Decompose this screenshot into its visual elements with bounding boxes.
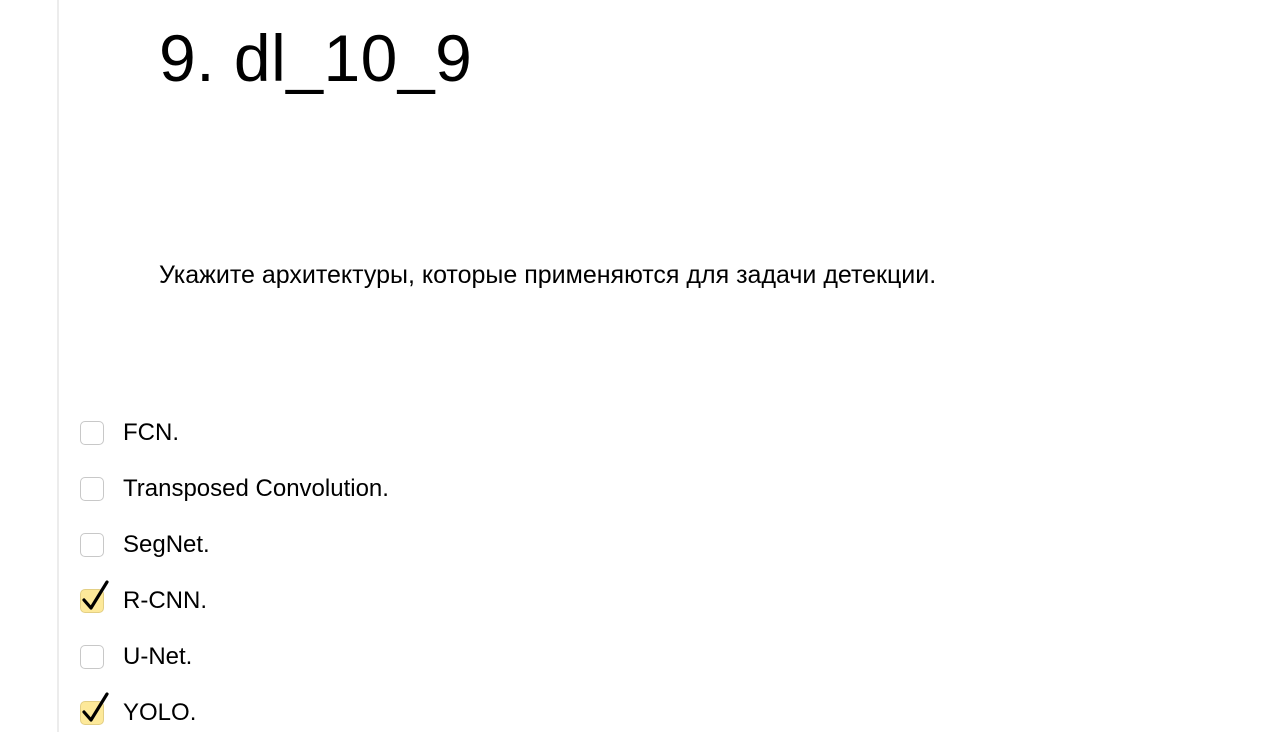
- page: 9. dl_10_9 Укажите архитектуры, которые …: [0, 0, 1280, 732]
- option-u-net[interactable]: U-Net.: [80, 641, 389, 697]
- option-label: FCN.: [123, 419, 179, 446]
- option-label: U-Net.: [123, 643, 193, 670]
- answer-options: FCN. Transposed Convolution. SegNet. R-C…: [80, 417, 389, 732]
- checkbox[interactable]: [80, 421, 104, 445]
- option-transposed-convolution[interactable]: Transposed Convolution.: [80, 473, 389, 529]
- option-r-cnn[interactable]: R-CNN.: [80, 580, 389, 641]
- option-label: Transposed Convolution.: [123, 475, 389, 502]
- question-title: 9. dl_10_9: [159, 21, 473, 95]
- checkbox[interactable]: [80, 477, 104, 501]
- option-label: YOLO.: [123, 699, 197, 726]
- option-yolo[interactable]: YOLO.: [80, 692, 389, 732]
- option-segnet[interactable]: SegNet.: [80, 529, 389, 585]
- checkbox[interactable]: [80, 580, 109, 613]
- checkmark-icon: [82, 580, 109, 610]
- left-divider: [57, 0, 59, 732]
- option-fcn[interactable]: FCN.: [80, 417, 389, 473]
- checkmark-icon: [82, 692, 109, 722]
- option-label: R-CNN.: [123, 587, 207, 614]
- checkbox[interactable]: [80, 692, 109, 725]
- question-text: Укажите архитектуры, которые применяются…: [159, 261, 937, 289]
- checkbox[interactable]: [80, 533, 104, 557]
- checkbox[interactable]: [80, 645, 104, 669]
- option-label: SegNet.: [123, 531, 210, 558]
